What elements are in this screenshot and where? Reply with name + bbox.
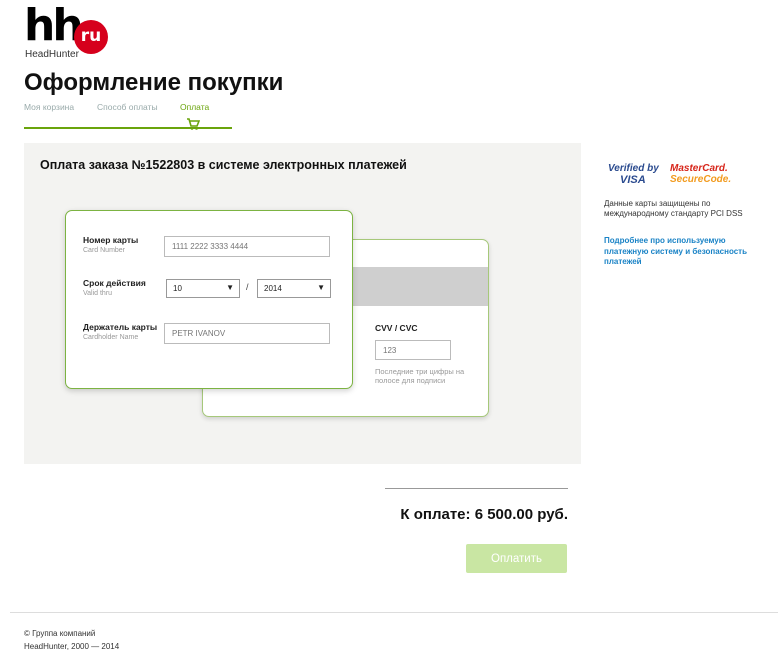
cvv-hint: Последние три цифры на полосе для подпис… (375, 367, 465, 385)
footer: © Группа компаний HeadHunter, 2000 — 201… (24, 627, 119, 653)
security-badges: Verified by VISA MasterCard. SecureCode. (608, 163, 738, 189)
card-number-input[interactable] (164, 236, 330, 257)
cardholder-name-input[interactable] (164, 323, 330, 344)
card-number-sublabel: Card Number (83, 247, 126, 254)
holder-sublabel: Cardholder Name (83, 334, 139, 341)
footer-line-2: HeadHunter, 2000 — 2014 (24, 642, 120, 651)
card-front: Номер карты Card Number Срок действия Va… (65, 210, 353, 389)
total-amount: К оплате: 6 500.00 руб. (400, 506, 568, 523)
logo-name: HeadHunter (25, 49, 79, 60)
step-payment: Оплата (180, 102, 210, 112)
cvv-input[interactable] (375, 340, 451, 360)
footer-divider (10, 612, 778, 613)
logo-mark: hh (24, 0, 84, 51)
checkout-steps: Моя корзина Способ оплаты Оплата (24, 102, 234, 132)
expiry-month-value: 10 (173, 284, 182, 293)
expiry-sublabel: Valid thru (83, 290, 113, 297)
holder-label: Держатель карты (83, 322, 158, 332)
page-title: Оформление покупки (24, 69, 284, 96)
cvv-label: CVV / CVC (375, 323, 418, 333)
visa-wordmark: VISA (620, 174, 646, 186)
payment-panel: Оплата заказа №1522803 в системе электро… (24, 143, 581, 464)
pay-button[interactable]: Оплатить (466, 544, 567, 573)
dropdown-arrow-icon: ▼ (226, 283, 234, 292)
payment-security-info-link[interactable]: Подробнее про используемую платежную сис… (604, 236, 764, 268)
footer-line-1: © Группа компаний (24, 629, 96, 638)
expiry-separator: / (246, 282, 249, 292)
step-cart[interactable]: Моя корзина (24, 102, 74, 112)
verified-by-visa-badge: Verified by (608, 163, 659, 174)
expiry-year-select[interactable]: 2014 ▼ (257, 279, 331, 298)
dropdown-arrow-icon: ▼ (317, 283, 325, 292)
payment-title: Оплата заказа №1522803 в системе электро… (40, 158, 407, 172)
logo-badge: ru (74, 20, 108, 54)
expiry-year-value: 2014 (264, 284, 282, 293)
step-payment-method[interactable]: Способ оплаты (97, 102, 158, 112)
card-number-label: Номер карты (83, 235, 139, 245)
headhunter-logo[interactable]: hh ru HeadHunter (24, 2, 114, 60)
total-divider (385, 488, 568, 489)
mastercard-securecode-badge: MasterCard. (670, 163, 728, 174)
pci-dss-note: Данные карты защищены по международному … (604, 199, 743, 218)
expiry-label: Срок действия (83, 278, 146, 288)
expiry-month-select[interactable]: 10 ▼ (166, 279, 240, 298)
step-progress-line (24, 127, 232, 129)
securecode-wordmark: SecureCode. (670, 174, 732, 185)
